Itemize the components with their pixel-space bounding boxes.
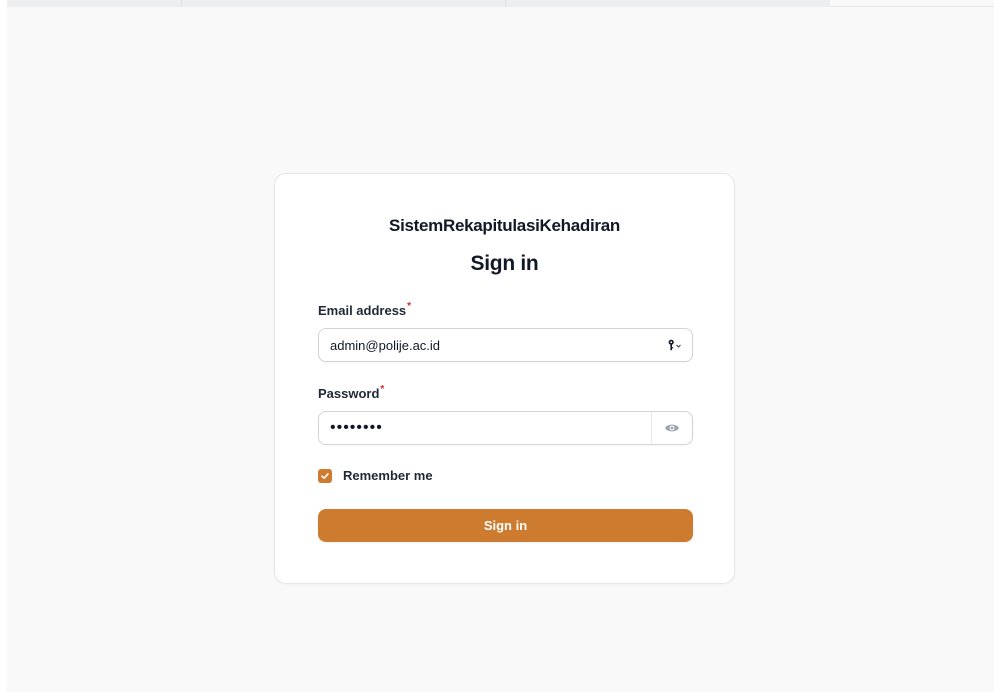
eye-icon <box>665 424 679 432</box>
check-icon <box>321 472 329 479</box>
password-label-text: Password <box>318 386 380 401</box>
email-field-wrapper <box>318 328 693 362</box>
password-manager-key-icon[interactable] <box>662 329 688 361</box>
required-mark: * <box>407 301 412 312</box>
login-card: SistemRekapitulasiKehadiran Sign in Emai… <box>274 173 735 584</box>
remember-me-checkbox[interactable] <box>318 468 332 483</box>
password-field-wrapper <box>318 411 693 445</box>
top-strip-segment <box>506 0 830 7</box>
remember-me-label: Remember me <box>343 468 433 483</box>
email-label-text: Email address <box>318 303 407 318</box>
required-mark: * <box>380 384 385 395</box>
top-strip-segment <box>182 0 506 7</box>
brand-name: SistemRekapitulasiKehadiran <box>389 216 620 235</box>
top-strip <box>7 0 994 9</box>
page-title: Sign in <box>470 252 539 275</box>
email-input[interactable] <box>319 329 662 361</box>
password-label: Password* <box>318 384 385 401</box>
sign-in-button[interactable]: Sign in <box>318 509 693 542</box>
top-strip-segment <box>830 0 994 7</box>
password-input[interactable] <box>319 412 651 444</box>
remember-me-row[interactable]: Remember me <box>318 468 433 483</box>
email-label: Email address* <box>318 301 412 318</box>
show-password-button[interactable] <box>651 412 692 444</box>
top-strip-segment <box>7 0 182 7</box>
